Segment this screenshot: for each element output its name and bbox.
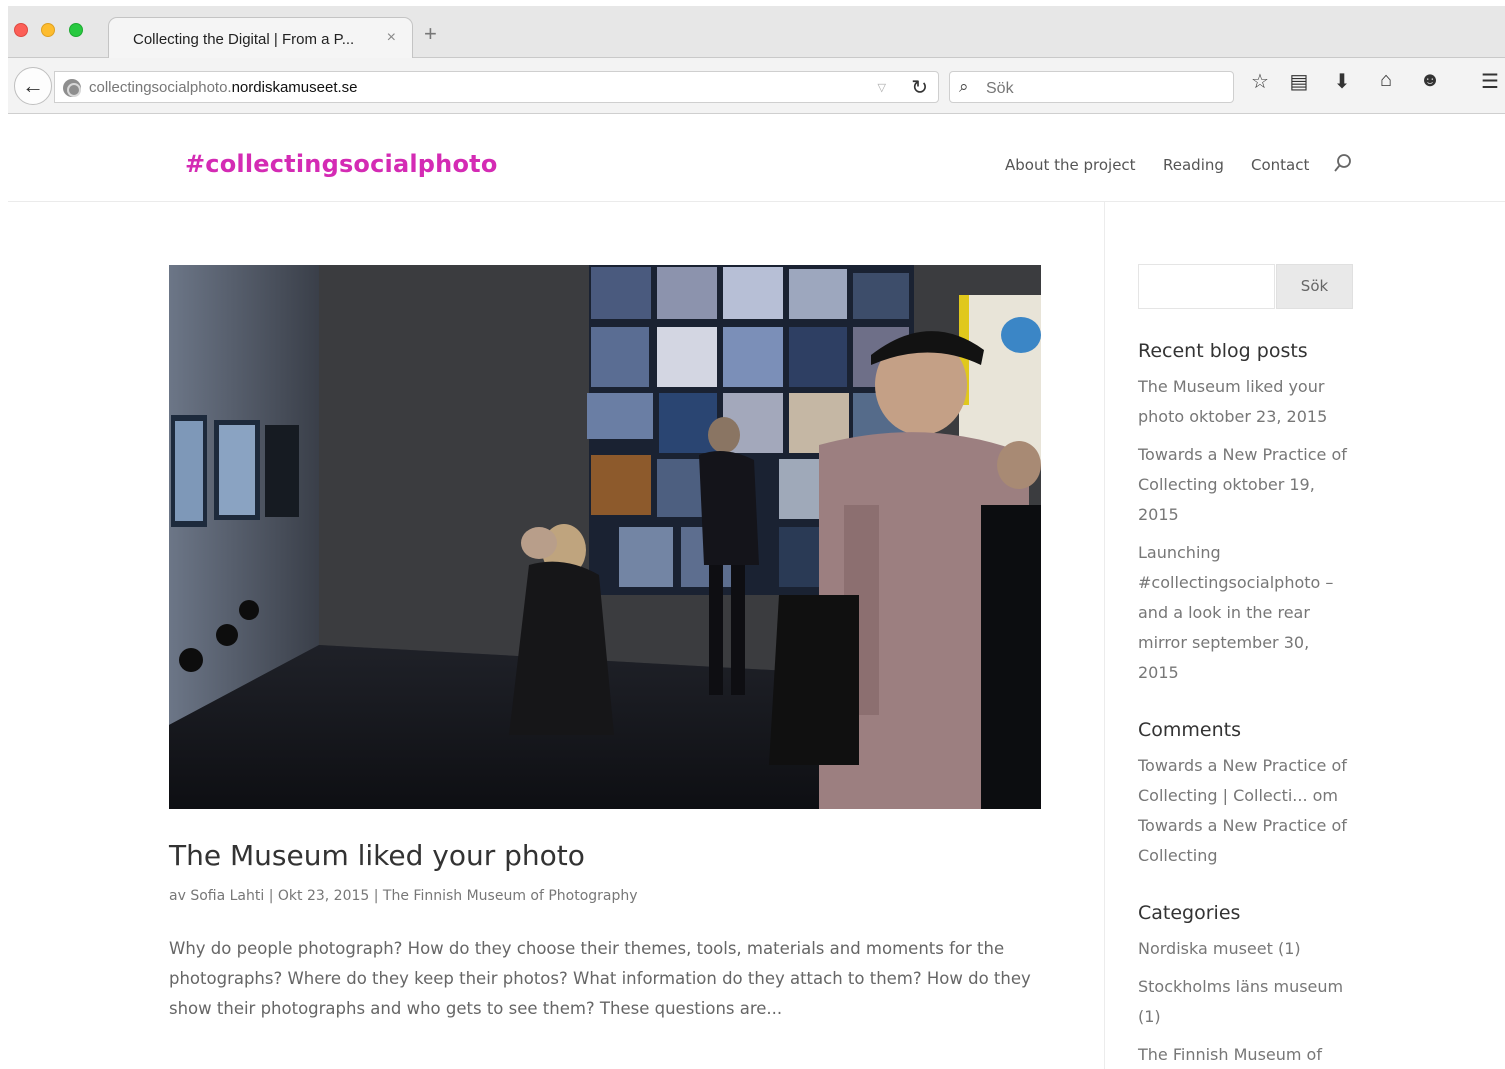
post-meta: av Sofia Lahti | Okt 23, 2015 | The Finn… [169, 888, 638, 904]
chat-icon[interactable]: ☻ [1416, 69, 1444, 92]
browser-window: Collecting the Digital | From a P... × +… [8, 6, 1505, 1069]
home-icon[interactable]: ⌂ [1372, 69, 1400, 92]
comment-link[interactable]: Towards a New Practice of Collecting | C… [1138, 751, 1353, 871]
category-link[interactable]: Nordiska museet (1) [1138, 934, 1353, 964]
maximize-window-button[interactable] [69, 23, 83, 37]
url-text: collectingsocialphoto.nordiskamuseet.se [89, 79, 358, 96]
post-date: Okt 23, 2015 [277, 888, 370, 904]
nav-contact[interactable]: Contact [1251, 156, 1309, 174]
category-link[interactable]: Stockholms läns museum (1) [1138, 972, 1353, 1032]
recent-posts-title: Recent blog posts [1138, 340, 1308, 362]
reading-list-icon[interactable]: ▤ [1285, 69, 1313, 94]
back-button[interactable]: ← [14, 67, 52, 105]
search-icon: ⌕ [959, 77, 969, 96]
bookmark-star-icon[interactable]: ☆ [1246, 69, 1274, 94]
new-tab-button[interactable]: + [424, 23, 437, 45]
nav-about-the-project[interactable]: About the project [1005, 156, 1136, 174]
tab-close-icon[interactable]: × [387, 29, 396, 47]
url-dropdown-icon[interactable]: ▽ [878, 81, 886, 94]
navigation-bar: ← collectingsocialphoto.nordiskamuseet.s… [8, 58, 1505, 114]
category-link[interactable]: The Finnish Museum of [1138, 1040, 1353, 1069]
minimize-window-button[interactable] [41, 23, 55, 37]
post-excerpt: Why do people photograph? How do they ch… [169, 939, 1031, 1018]
back-arrow-icon: ← [22, 73, 44, 98]
recent-post-link[interactable]: Launching #collectingsocialphoto – and a… [1138, 538, 1353, 688]
site-logo[interactable]: #collectingsocialphoto [185, 150, 498, 178]
comments-title: Comments [1138, 719, 1241, 741]
post-category[interactable]: The Finnish Museum of Photography [383, 888, 638, 904]
sidebar-search-button[interactable]: Sök [1276, 264, 1353, 309]
browser-tab-active[interactable]: Collecting the Digital | From a P... × [108, 17, 413, 59]
search-placeholder: Sök [986, 80, 1014, 97]
post-author[interactable]: av Sofia Lahti [169, 888, 264, 904]
sidebar-divider [1104, 202, 1105, 1069]
search-icon[interactable] [1332, 152, 1354, 174]
post-featured-image[interactable] [169, 265, 1041, 809]
sidebar-search-input[interactable] [1138, 264, 1275, 309]
tab-bar: Collecting the Digital | From a P... × + [8, 6, 1505, 59]
categories-title: Categories [1138, 902, 1241, 924]
meta-separator: | [268, 888, 274, 904]
recent-post-link[interactable]: The Museum liked your photo oktober 23, … [1138, 372, 1353, 432]
post-title[interactable]: The Museum liked your photo [169, 839, 585, 872]
globe-icon [63, 79, 81, 97]
address-bar[interactable]: collectingsocialphoto.nordiskamuseet.se … [54, 71, 939, 103]
close-window-button[interactable] [14, 23, 28, 37]
recent-post-link[interactable]: Towards a New Practice of Collecting okt… [1138, 440, 1353, 530]
meta-separator: | [373, 888, 379, 904]
menu-icon[interactable]: ☰ [1476, 69, 1504, 94]
reload-icon[interactable]: ↻ [911, 75, 928, 100]
site-header: #collectingsocialphoto About the project… [8, 114, 1505, 202]
tab-title: Collecting the Digital | From a P... [133, 31, 355, 48]
download-icon[interactable]: ⬇ [1328, 69, 1356, 94]
nav-reading[interactable]: Reading [1163, 156, 1224, 174]
browser-search-input[interactable]: ⌕ Sök [949, 71, 1234, 103]
